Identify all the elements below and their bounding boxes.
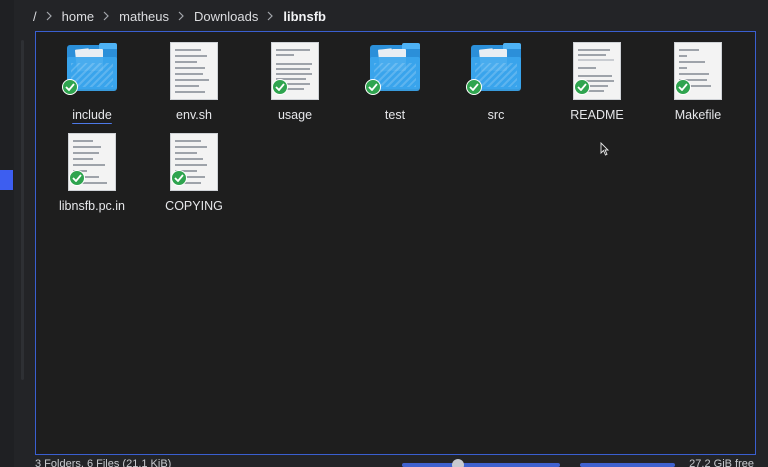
breadcrumb-root[interactable]: / xyxy=(30,9,40,24)
mouse-cursor-icon xyxy=(600,141,610,161)
item-label: usage xyxy=(277,108,313,122)
file-view[interactable]: include env.sh usage test src README Mak… xyxy=(35,31,756,455)
item-label: Makefile xyxy=(674,108,722,122)
chevron-right-icon xyxy=(261,11,280,21)
places-panel-selection[interactable] xyxy=(0,170,13,190)
free-space-label: 27.2 GiB free xyxy=(689,458,754,467)
places-panel-scrollbar[interactable] xyxy=(21,40,24,380)
chevron-right-icon xyxy=(172,11,191,21)
sync-ok-icon xyxy=(69,170,85,186)
sync-ok-icon xyxy=(574,79,590,95)
free-space-bar xyxy=(580,463,675,467)
chevron-right-icon xyxy=(97,11,116,21)
item-label: README xyxy=(570,108,624,122)
item-label: libnsfb.pc.in xyxy=(58,199,125,213)
item-label: env.sh xyxy=(176,108,212,122)
file-item-libnsfb-pc-in[interactable]: libnsfb.pc.in xyxy=(46,126,138,214)
breadcrumb-matheus[interactable]: matheus xyxy=(116,9,172,24)
breadcrumb-home[interactable]: home xyxy=(59,9,98,24)
status-summary: 3 Folders, 6 Files (21.1 KiB) xyxy=(35,458,172,467)
sync-ok-icon xyxy=(62,79,78,95)
zoom-slider[interactable] xyxy=(402,463,560,467)
file-item-copying[interactable]: COPYING xyxy=(148,126,240,214)
sync-ok-icon xyxy=(675,79,691,95)
breadcrumb-downloads[interactable]: Downloads xyxy=(191,9,261,24)
item-label: src xyxy=(487,108,505,122)
item-label: include xyxy=(72,108,112,122)
file-item-usage[interactable]: usage xyxy=(249,35,341,123)
sync-ok-icon xyxy=(466,79,482,95)
item-label: test xyxy=(384,108,406,122)
folder-item-src[interactable]: src xyxy=(450,35,542,123)
chevron-right-icon xyxy=(40,11,59,21)
sync-ok-icon xyxy=(171,170,187,186)
folder-item-include[interactable]: include xyxy=(46,35,138,123)
breadcrumb-current[interactable]: libnsfb xyxy=(280,9,329,24)
zoom-slider-handle[interactable] xyxy=(452,459,464,467)
file-item-readme[interactable]: README xyxy=(551,35,643,123)
file-manager-window: / home matheus Downloads libnsfb include xyxy=(0,0,768,467)
breadcrumb: / home matheus Downloads libnsfb xyxy=(30,0,329,32)
sync-ok-icon xyxy=(365,79,381,95)
folder-item-test[interactable]: test xyxy=(349,35,441,123)
file-item-makefile[interactable]: Makefile xyxy=(652,35,744,123)
text-file-icon xyxy=(171,43,217,99)
sync-ok-icon xyxy=(272,79,288,95)
item-label: COPYING xyxy=(165,199,223,213)
places-panel-edge xyxy=(0,0,14,467)
file-item-env-sh[interactable]: env.sh xyxy=(148,35,240,123)
